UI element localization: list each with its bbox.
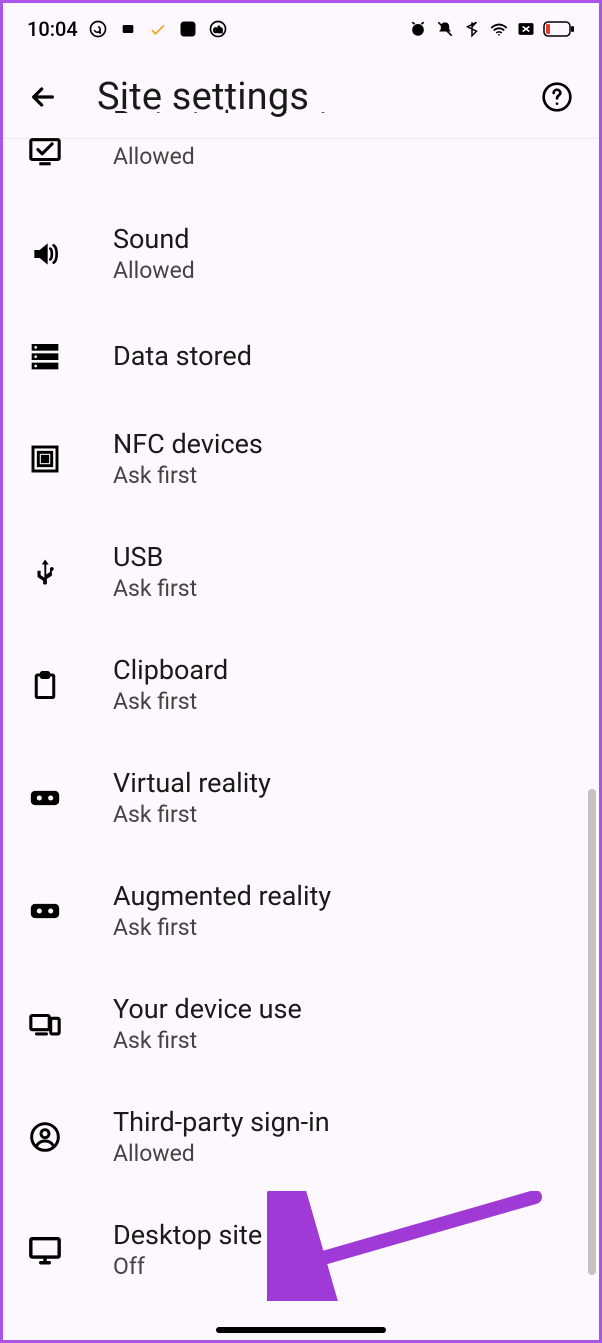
app-bar: Site settings (3, 55, 599, 139)
alarm-icon (408, 19, 428, 39)
help-button[interactable] (537, 77, 577, 117)
row-text: Desktop site Off (113, 1219, 262, 1280)
scrollbar[interactable] (588, 789, 596, 1275)
row-sub: Ask first (113, 1027, 302, 1054)
item-desktop-site[interactable]: Desktop site Off (3, 1193, 599, 1306)
item-virtual-reality[interactable]: Virtual reality Ask first (3, 741, 599, 854)
settings-list: Protected content Allowed Sound Allowed … (3, 131, 599, 1306)
row-title: Desktop site (113, 1219, 262, 1251)
item-protected-content[interactable]: Protected content Allowed (3, 131, 599, 197)
row-title: USB (113, 541, 197, 573)
row-text: Your device use Ask first (113, 993, 302, 1054)
item-clipboard[interactable]: Clipboard Ask first (3, 628, 599, 741)
battery-low-icon (543, 19, 575, 39)
row-sub: Ask first (113, 914, 331, 941)
checkmark-icon (148, 19, 168, 39)
row-title: Data stored (113, 340, 252, 372)
row-text: Clipboard Ask first (113, 654, 228, 715)
account-icon (25, 1117, 65, 1157)
item-third-party-signin[interactable]: Third-party sign-in Allowed (3, 1080, 599, 1193)
item-augmented-reality[interactable]: Augmented reality Ask first (3, 854, 599, 967)
row-sub: Allowed (113, 1140, 330, 1167)
row-sub: Off (113, 1253, 262, 1280)
row-sub: Ask first (113, 801, 271, 828)
row-title: NFC devices (113, 428, 263, 460)
ar-icon (25, 891, 65, 931)
item-usb[interactable]: USB Ask first (3, 515, 599, 628)
item-sound[interactable]: Sound Allowed (3, 197, 599, 310)
row-text: Augmented reality Ask first (113, 880, 331, 941)
item-your-device-use[interactable]: Your device use Ask first (3, 967, 599, 1080)
status-time: 10:04 (27, 17, 78, 41)
sound-icon (25, 234, 65, 274)
item-nfc-devices[interactable]: NFC devices Ask first (3, 402, 599, 515)
usb-icon (25, 552, 65, 592)
svg-text:ch: ch (213, 25, 222, 35)
app-icon-3: ch (208, 19, 228, 39)
devices-icon (25, 1004, 65, 1044)
wifi-icon (489, 19, 509, 39)
row-text: USB Ask first (113, 541, 197, 602)
row-title: Clipboard (113, 654, 228, 686)
row-title: Third-party sign-in (113, 1106, 330, 1138)
nav-pill[interactable] (216, 1327, 386, 1333)
row-sub: Ask first (113, 688, 228, 715)
row-text: NFC devices Ask first (113, 428, 263, 489)
status-bar: 10:04 ch (3, 3, 599, 55)
row-title: Your device use (113, 993, 302, 1025)
row-text: Protected content Allowed (113, 133, 328, 170)
row-sub: Allowed (113, 257, 195, 284)
row-text: Data stored (113, 340, 252, 372)
row-sub: Allowed (113, 143, 328, 170)
row-text: Sound Allowed (113, 223, 195, 284)
nfc-icon (25, 439, 65, 479)
storage-icon (25, 336, 65, 376)
mute-icon (435, 19, 455, 39)
signal-off-icon (516, 19, 536, 39)
row-title: Virtual reality (113, 767, 271, 799)
row-text: Third-party sign-in Allowed (113, 1106, 330, 1167)
row-title: Sound (113, 223, 195, 255)
status-left: 10:04 ch (27, 17, 228, 41)
status-right (408, 19, 575, 39)
bluetooth-icon (462, 19, 482, 39)
desktop-icon (25, 1230, 65, 1270)
row-title: Protected content (113, 105, 328, 113)
vr-icon (25, 778, 65, 818)
arrow-back-icon (27, 81, 59, 113)
back-button[interactable] (25, 79, 61, 115)
row-text: Virtual reality Ask first (113, 767, 271, 828)
row-sub: Ask first (113, 575, 197, 602)
row-sub: Ask first (113, 462, 263, 489)
help-icon (541, 81, 573, 113)
row-title: Augmented reality (113, 880, 331, 912)
protected-content-icon (25, 131, 65, 171)
whatsapp-icon (88, 19, 108, 39)
clipboard-icon (25, 665, 65, 705)
app-icon-2 (178, 19, 198, 39)
app-icon-1 (118, 19, 138, 39)
item-data-stored[interactable]: Data stored (3, 310, 599, 402)
